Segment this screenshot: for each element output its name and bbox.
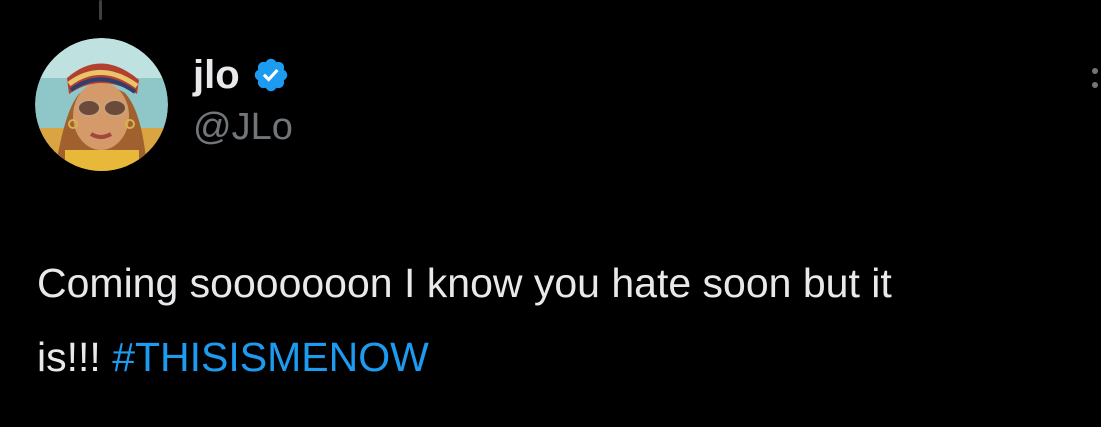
user-name-row: jlo (193, 50, 290, 100)
display-name[interactable]: jlo (193, 55, 240, 95)
avatar[interactable] (35, 38, 168, 171)
verified-badge-icon (254, 58, 287, 92)
hashtag-link[interactable]: #THISISMENOW (112, 334, 429, 380)
tweet-text-line-2: is!!! (37, 334, 113, 380)
avatar-image (35, 38, 168, 171)
tweet-text: Coming sooooooon I know you hate soon bu… (37, 246, 1097, 394)
tweet-text-line-1: Coming sooooooon I know you hate soon bu… (37, 260, 892, 306)
user-handle[interactable]: @JLo (193, 108, 293, 146)
thread-connector-line (99, 0, 102, 20)
dot-icon (1092, 68, 1098, 74)
more-options-icon[interactable] (1092, 68, 1101, 88)
dot-icon (1092, 82, 1098, 88)
